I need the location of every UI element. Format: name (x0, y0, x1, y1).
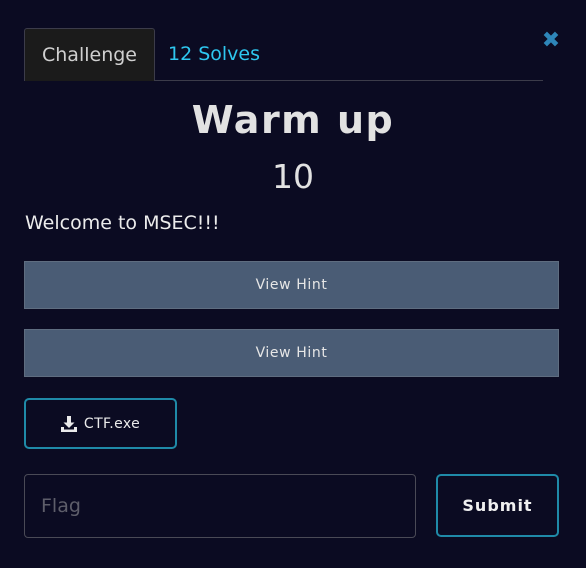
download-icon (60, 415, 77, 432)
challenge-title: Warm up (191, 98, 395, 142)
flag-input[interactable] (24, 474, 416, 538)
challenge-tabs: Challenge 12 Solves (24, 28, 543, 81)
tab-solves[interactable]: 12 Solves (164, 28, 264, 80)
submit-button[interactable]: Submit (436, 474, 559, 537)
close-icon[interactable]: ✖ (540, 30, 562, 52)
view-hint-button[interactable]: View Hint (24, 261, 559, 309)
file-download-button[interactable]: CTF.exe (24, 398, 177, 449)
tab-challenge[interactable]: Challenge (24, 28, 155, 81)
challenge-description: Welcome to MSEC!!! (25, 212, 220, 234)
view-hint-button[interactable]: View Hint (24, 329, 559, 377)
challenge-points: 10 (272, 157, 314, 196)
file-name: CTF.exe (83, 415, 141, 432)
